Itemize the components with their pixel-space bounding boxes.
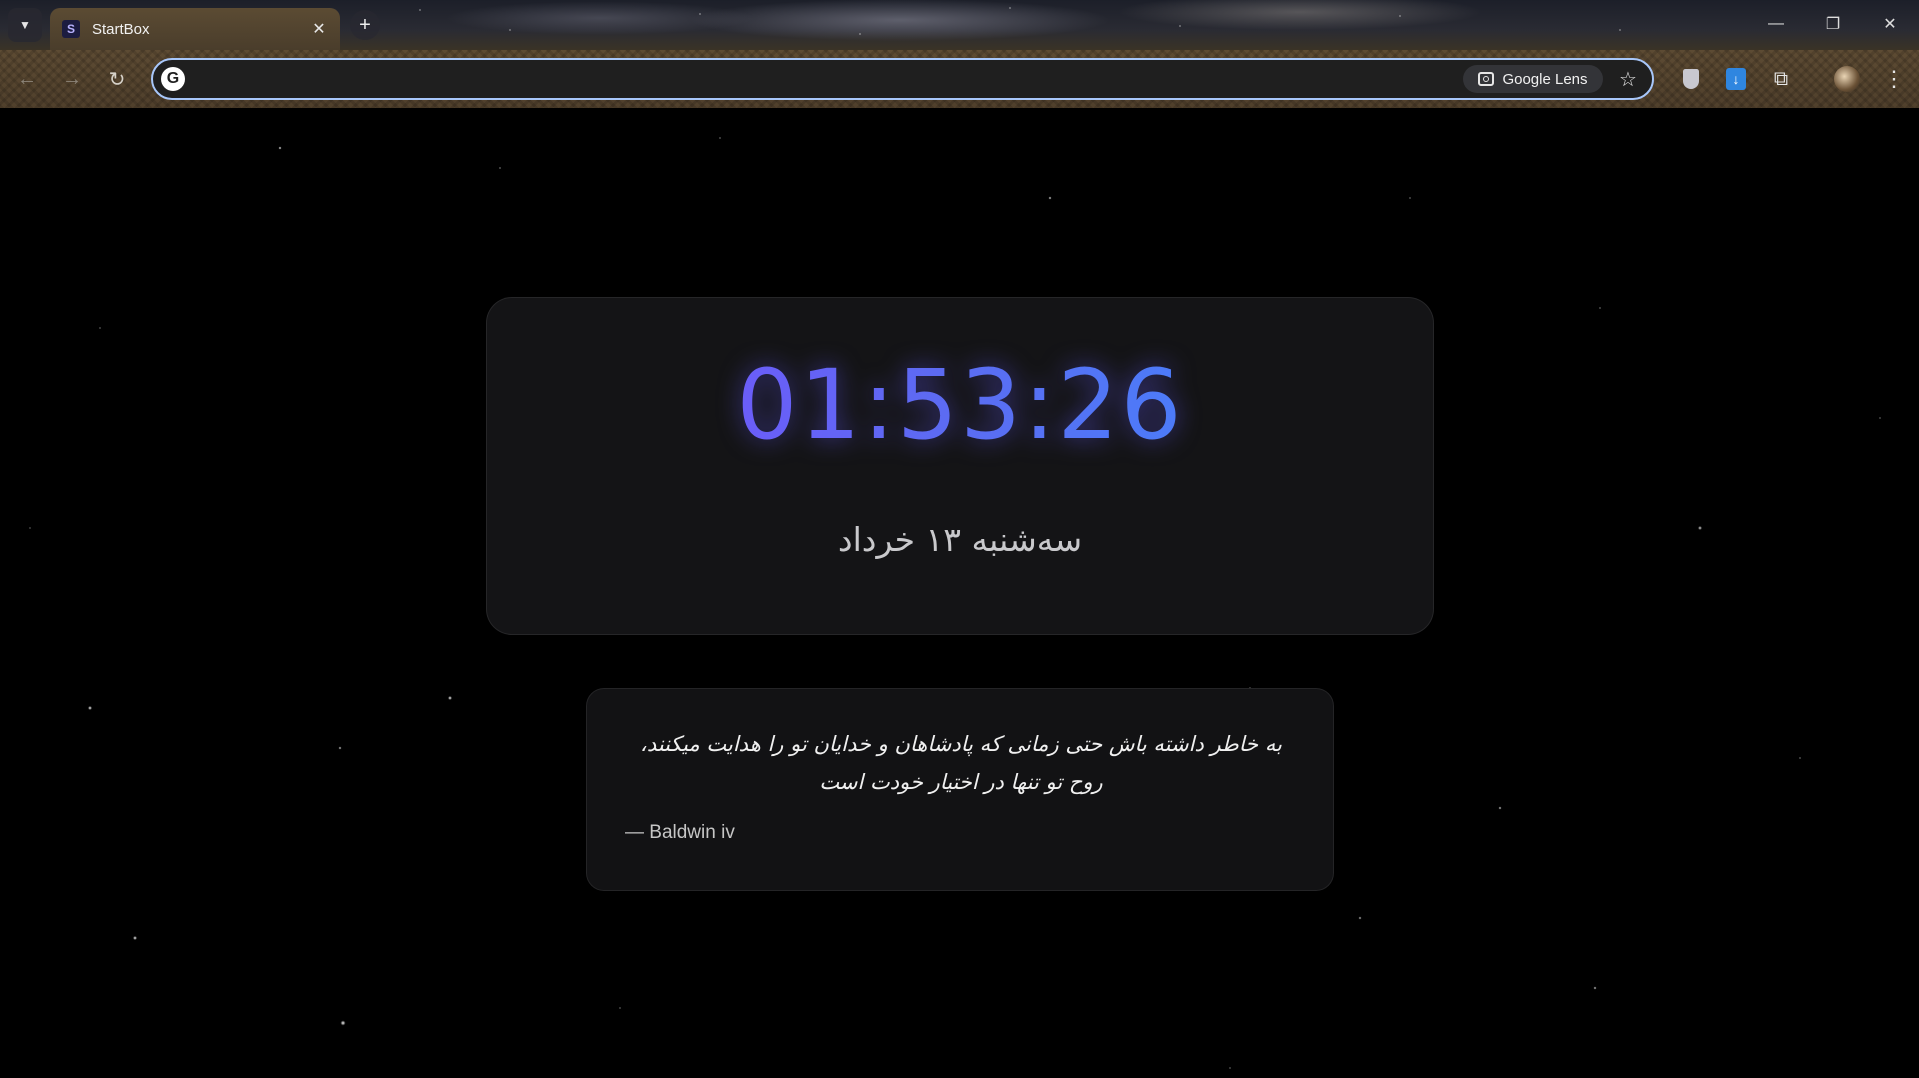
restore-button[interactable]: ❐ (1813, 8, 1853, 40)
download-icon: ↓ (1726, 68, 1746, 90)
minimize-button[interactable]: — (1756, 8, 1796, 40)
kebab-menu-icon: ⋮ (1883, 66, 1905, 91)
browser-menu-button[interactable]: ⋮ (1879, 64, 1909, 94)
shield-icon (1683, 69, 1699, 89)
quote-card: به خاطر داشته باش حتی زمانی که پادشاهان … (586, 688, 1334, 891)
chevron-down-icon: ▼ (19, 18, 31, 32)
reload-button[interactable]: ↻ (100, 62, 134, 96)
restore-icon: ❐ (1825, 16, 1841, 33)
close-icon[interactable]: ✕ (308, 18, 330, 40)
tab-search-button[interactable]: ▼ (8, 8, 42, 42)
tab-title: StartBox (92, 20, 150, 38)
address-input[interactable] (195, 66, 1399, 94)
close-window-button[interactable]: ✕ (1870, 8, 1910, 40)
reload-icon: ↻ (108, 68, 126, 91)
close-window-icon: ✕ (1883, 16, 1897, 33)
camera-icon (1478, 72, 1495, 86)
minimize-icon: — (1768, 15, 1784, 32)
start-page: 01:53:26 سه‌شنبه ۱۳ خرداد به خاطر داشته … (0, 108, 1919, 1078)
extension-shield-button[interactable] (1676, 64, 1706, 94)
clock-date: سه‌شنبه ۱۳ خرداد (837, 520, 1083, 559)
tab-startbox[interactable]: S StartBox ✕ (50, 8, 340, 50)
arrow-left-icon: ← (17, 67, 37, 90)
forward-button[interactable]: → (55, 62, 89, 96)
extensions-button[interactable]: ⧉ (1766, 64, 1796, 94)
new-tab-button[interactable]: + (350, 10, 380, 40)
avatar (1834, 66, 1860, 92)
quote-author: — Baldwin iv (625, 822, 735, 843)
back-button[interactable]: ← (10, 62, 44, 96)
extension-download-button[interactable]: ↓ (1721, 64, 1751, 94)
arrow-right-icon: → (62, 67, 82, 90)
google-lens-button[interactable]: Google Lens (1463, 65, 1603, 93)
clock-card: 01:53:26 سه‌شنبه ۱۳ خرداد (486, 297, 1434, 635)
google-lens-label: Google Lens (1502, 70, 1588, 88)
puzzle-icon: ⧉ (1773, 67, 1789, 90)
profile-button[interactable] (1832, 64, 1862, 94)
clock-time: 01:53:26 (487, 350, 1433, 460)
address-bar[interactable]: G Google Lens ☆ (151, 58, 1654, 100)
quote-text: به خاطر داشته باش حتی زمانی که پادشاهان … (640, 732, 1282, 794)
bookmark-star-button[interactable]: ☆ (1615, 66, 1641, 92)
star-icon: ☆ (1619, 68, 1637, 91)
tab-favicon: S (62, 20, 80, 38)
google-icon: G (161, 67, 185, 91)
